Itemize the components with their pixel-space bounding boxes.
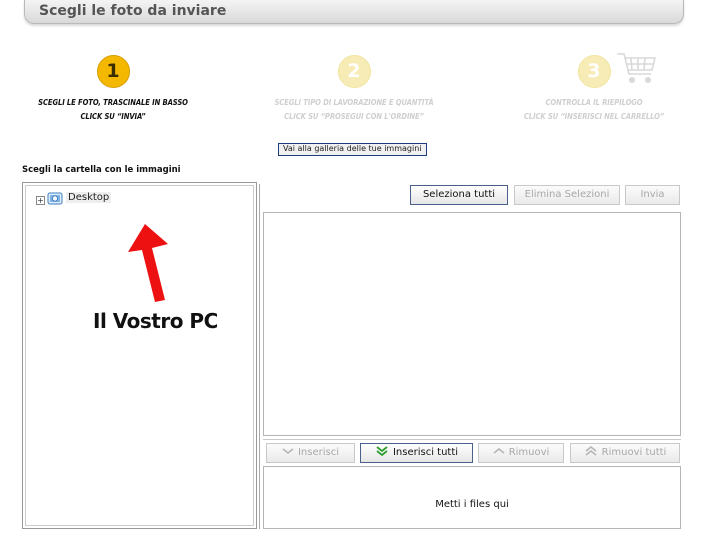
panel-divider xyxy=(259,184,260,529)
tree-item-desktop[interactable]: Desktop xyxy=(66,192,112,203)
shopping-cart-icon xyxy=(617,53,657,83)
step-1-line2: CLICK SU “INVIA” xyxy=(80,112,146,121)
remove-all-button[interactable]: Rimuovi tutti xyxy=(570,443,680,463)
step-1-number: 1 xyxy=(96,55,130,88)
step-3-number: 3 xyxy=(577,55,611,88)
page-header: Scegli le foto da inviare xyxy=(24,0,684,24)
remove-label: Rimuovi xyxy=(508,447,550,458)
step-2-number: 2 xyxy=(337,55,371,88)
step-3-line1: CONTROLLA IL RIEPILOGO xyxy=(545,98,643,107)
step-3: 3 CONTROLLA IL RIEPILOGO CLICK SU “INSER… xyxy=(474,55,704,124)
step-1: 1 SCEGLI LE FOTO, TRASCINALE IN BASSO CL… xyxy=(0,55,233,124)
insert-button[interactable]: Inserisci xyxy=(266,443,355,463)
gallery-button[interactable]: Vai alla galleria delle tue immagini xyxy=(278,143,427,156)
drop-area-text: Metti i files qui xyxy=(435,499,509,510)
folder-panel-label: Scegli la cartella con le immagini xyxy=(22,165,181,175)
step-1-line1: SCEGLI LE FOTO, TRASCINALE IN BASSO xyxy=(38,98,188,107)
insert-all-label: Inserisci tutti xyxy=(392,447,459,458)
delete-selection-button[interactable]: Elimina Selezioni xyxy=(514,185,620,205)
red-arrow-icon xyxy=(128,224,168,302)
thumbnail-area[interactable] xyxy=(263,212,681,436)
double-chevron-down-icon xyxy=(376,446,388,457)
step-3-line2: CLICK SU “INSERISCI NEL CARRELLO” xyxy=(523,112,665,121)
chevron-down-icon xyxy=(282,448,294,455)
chevron-up-icon xyxy=(493,447,505,454)
drop-area[interactable]: Metti i files qui xyxy=(263,466,681,529)
horizontal-separator xyxy=(263,439,681,440)
remove-button[interactable]: Rimuovi xyxy=(478,443,564,463)
insert-all-button[interactable]: Inserisci tutti xyxy=(360,443,473,463)
desktop-icon xyxy=(47,192,63,205)
remove-all-label: Rimuovi tutti xyxy=(601,447,667,458)
insert-label: Inserisci xyxy=(297,447,340,458)
step-2-line2: CLICK SU “PROSEGUI CON L'ORDINE” xyxy=(284,112,424,121)
step-2: 2 SCEGLI TIPO DI LAVORAZIONE E QUANTITÀ … xyxy=(234,55,474,124)
page-title: Scegli le foto da inviare xyxy=(39,3,227,19)
send-button[interactable]: Invia xyxy=(625,185,680,205)
select-all-button[interactable]: Seleziona tutti xyxy=(410,185,508,205)
step-2-line1: SCEGLI TIPO DI LAVORAZIONE E QUANTITÀ xyxy=(274,98,434,107)
annotation-label: Il Vostro PC xyxy=(93,309,218,333)
double-chevron-up-icon xyxy=(585,445,597,456)
expand-icon[interactable]: + xyxy=(36,196,45,205)
